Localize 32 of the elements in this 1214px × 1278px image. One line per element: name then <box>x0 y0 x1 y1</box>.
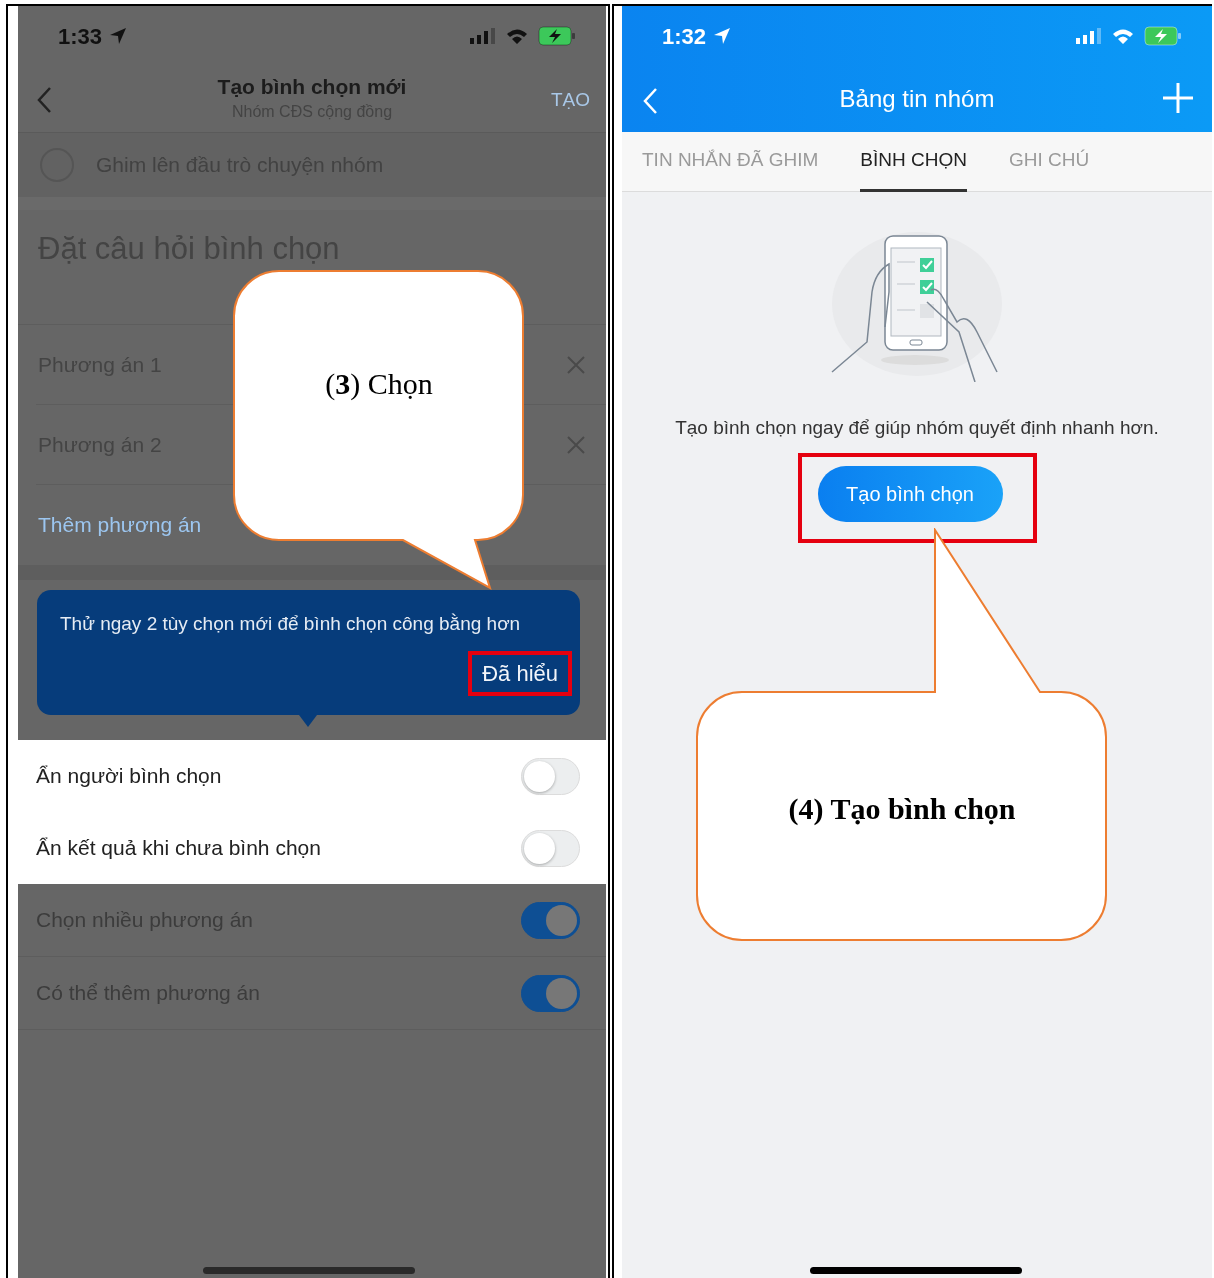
tab[interactable]: TIN NHẮN ĐÃ GHIM <box>642 132 819 192</box>
signal-icon <box>1076 28 1102 44</box>
location-arrow-icon <box>108 26 129 46</box>
toggle-switch[interactable] <box>521 974 580 1012</box>
callout-text: (3) Chọn <box>324 366 434 402</box>
remove-icon[interactable] <box>566 354 586 375</box>
toggle-switch[interactable] <box>521 901 580 939</box>
signal-icon <box>470 28 496 44</box>
back-icon[interactable] <box>36 86 52 114</box>
tooltip-text: Thử ngay 2 tùy chọn mới để bình chọn công bằng hơn <box>60 612 522 636</box>
plus-icon <box>1162 82 1194 114</box>
create-button[interactable]: TẠO <box>550 86 590 115</box>
wifi-icon <box>506 28 528 44</box>
wifi-icon <box>1112 28 1134 44</box>
understood-button[interactable]: Đã hiểu <box>472 654 568 692</box>
tab[interactable]: BÌNH CHỌN <box>860 132 967 192</box>
status-time: 1:32 <box>662 19 733 53</box>
callout-text: (4) Tạo bình chọn <box>787 791 1017 827</box>
add-button[interactable] <box>1162 82 1194 114</box>
battery-charging-icon <box>538 26 576 46</box>
tab[interactable]: GHI CHÚ <box>1008 132 1090 192</box>
location-arrow-icon <box>712 26 733 46</box>
create-poll-button[interactable]: Tạo bình chọn <box>817 465 1003 522</box>
setting-label: Ẩn người bình chọn <box>36 763 222 790</box>
remove-icon[interactable] <box>566 434 586 455</box>
screen-title: Bảng tin nhóm <box>839 84 995 114</box>
screen-title: Tạo bình chọn mới <box>217 74 407 100</box>
empty-state-text: Tạo bình chọn ngay để giúp nhóm quyết định nhanh hơn. <box>675 416 1159 440</box>
add-option-link[interactable]: Thêm phương án <box>38 509 202 541</box>
setting-label: Ẩn kết quả khi chưa bình chọn <box>36 835 321 862</box>
status-time: 1:33 <box>58 19 129 53</box>
battery-charging-icon <box>1144 26 1182 46</box>
